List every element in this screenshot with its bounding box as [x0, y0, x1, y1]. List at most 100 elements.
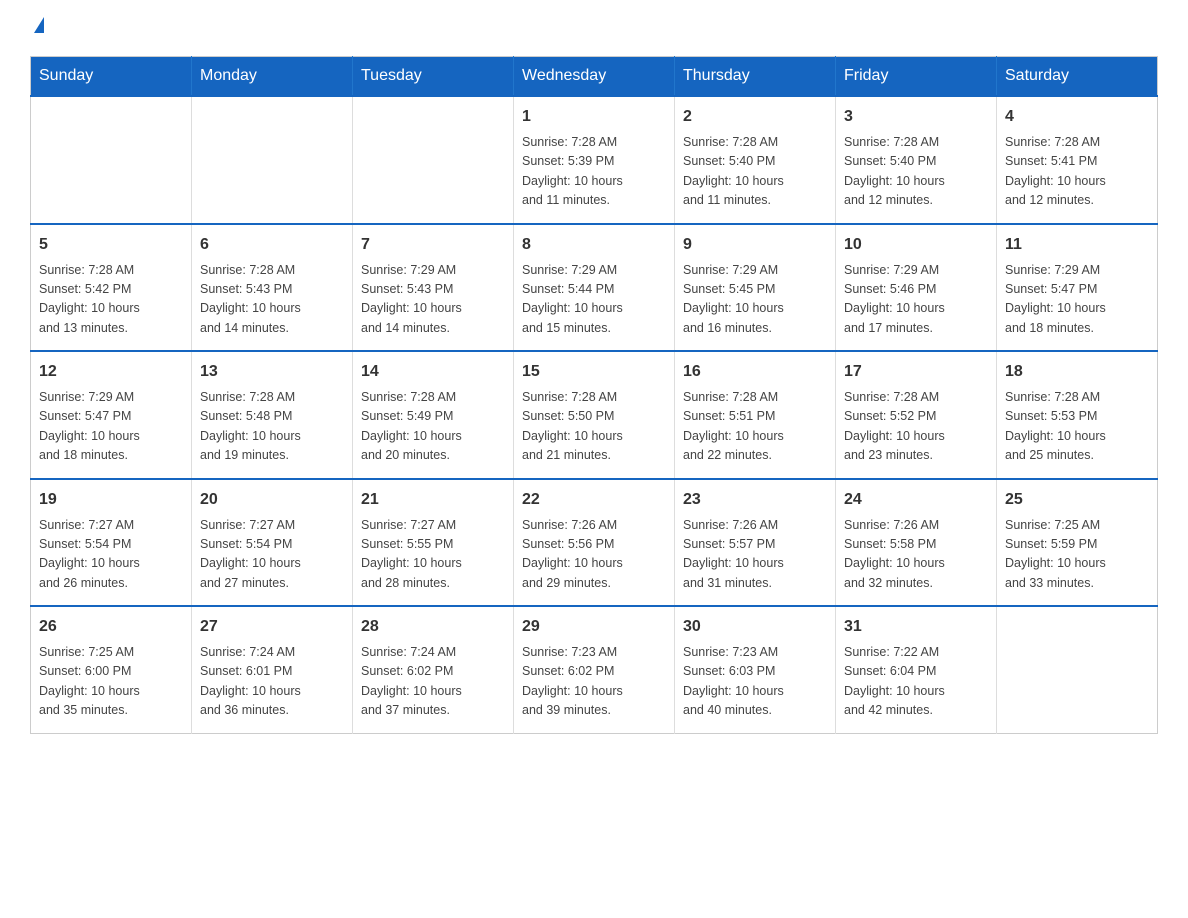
page-header — [30, 20, 1158, 36]
day-number: 16 — [683, 360, 827, 384]
day-info: Sunrise: 7:29 AM Sunset: 5:45 PM Dayligh… — [683, 261, 827, 339]
day-number: 23 — [683, 488, 827, 512]
calendar-cell: 8 Sunrise: 7:29 AM Sunset: 5:44 PM Daylig… — [514, 224, 675, 352]
day-of-week-header: Tuesday — [353, 57, 514, 97]
day-of-week-header: Saturday — [997, 57, 1158, 97]
day-info: Sunrise: 7:28 AM Sunset: 5:40 PM Dayligh… — [844, 133, 988, 211]
day-info: Sunrise: 7:23 AM Sunset: 6:02 PM Dayligh… — [522, 643, 666, 721]
calendar-cell: 22 Sunrise: 7:26 AM Sunset: 5:56 PM Dayli… — [514, 479, 675, 607]
day-of-week-header: Friday — [836, 57, 997, 97]
day-of-week-header: Wednesday — [514, 57, 675, 97]
day-number: 19 — [39, 488, 183, 512]
calendar-cell: 29 Sunrise: 7:23 AM Sunset: 6:02 PM Dayli… — [514, 606, 675, 733]
days-of-week-row: SundayMondayTuesdayWednesdayThursdayFrid… — [31, 57, 1158, 97]
day-number: 29 — [522, 615, 666, 639]
day-number: 13 — [200, 360, 344, 384]
calendar-cell: 6 Sunrise: 7:28 AM Sunset: 5:43 PM Daylig… — [192, 224, 353, 352]
day-number: 6 — [200, 233, 344, 257]
calendar-cell: 28 Sunrise: 7:24 AM Sunset: 6:02 PM Dayli… — [353, 606, 514, 733]
day-number: 18 — [1005, 360, 1149, 384]
calendar-cell: 17 Sunrise: 7:28 AM Sunset: 5:52 PM Dayli… — [836, 351, 997, 479]
calendar-header: SundayMondayTuesdayWednesdayThursdayFrid… — [31, 57, 1158, 97]
day-number: 26 — [39, 615, 183, 639]
calendar-week-row: 19 Sunrise: 7:27 AM Sunset: 5:54 PM Dayli… — [31, 479, 1158, 607]
calendar-cell: 16 Sunrise: 7:28 AM Sunset: 5:51 PM Dayli… — [675, 351, 836, 479]
day-info: Sunrise: 7:25 AM Sunset: 6:00 PM Dayligh… — [39, 643, 183, 721]
day-number: 3 — [844, 105, 988, 129]
day-info: Sunrise: 7:27 AM Sunset: 5:54 PM Dayligh… — [200, 516, 344, 594]
day-number: 7 — [361, 233, 505, 257]
day-info: Sunrise: 7:29 AM Sunset: 5:47 PM Dayligh… — [1005, 261, 1149, 339]
day-number: 21 — [361, 488, 505, 512]
day-info: Sunrise: 7:24 AM Sunset: 6:01 PM Dayligh… — [200, 643, 344, 721]
day-number: 12 — [39, 360, 183, 384]
calendar-cell: 19 Sunrise: 7:27 AM Sunset: 5:54 PM Dayli… — [31, 479, 192, 607]
day-info: Sunrise: 7:29 AM Sunset: 5:46 PM Dayligh… — [844, 261, 988, 339]
day-info: Sunrise: 7:28 AM Sunset: 5:40 PM Dayligh… — [683, 133, 827, 211]
day-info: Sunrise: 7:28 AM Sunset: 5:51 PM Dayligh… — [683, 388, 827, 466]
day-info: Sunrise: 7:22 AM Sunset: 6:04 PM Dayligh… — [844, 643, 988, 721]
day-number: 1 — [522, 105, 666, 129]
day-info: Sunrise: 7:28 AM Sunset: 5:50 PM Dayligh… — [522, 388, 666, 466]
calendar-cell: 3 Sunrise: 7:28 AM Sunset: 5:40 PM Daylig… — [836, 96, 997, 224]
day-info: Sunrise: 7:26 AM Sunset: 5:57 PM Dayligh… — [683, 516, 827, 594]
calendar-cell: 25Sunrise: 7:25 AM Sunset: 5:59 PM Dayli… — [997, 479, 1158, 607]
day-info: Sunrise: 7:28 AM Sunset: 5:52 PM Dayligh… — [844, 388, 988, 466]
calendar-cell: 27 Sunrise: 7:24 AM Sunset: 6:01 PM Dayli… — [192, 606, 353, 733]
calendar-cell — [31, 96, 192, 224]
day-number: 25 — [1005, 488, 1149, 512]
calendar-cell: 30Sunrise: 7:23 AM Sunset: 6:03 PM Dayli… — [675, 606, 836, 733]
day-number: 15 — [522, 360, 666, 384]
calendar-cell: 10 Sunrise: 7:29 AM Sunset: 5:46 PM Dayli… — [836, 224, 997, 352]
day-info: Sunrise: 7:28 AM Sunset: 5:48 PM Dayligh… — [200, 388, 344, 466]
day-info: Sunrise: 7:24 AM Sunset: 6:02 PM Dayligh… — [361, 643, 505, 721]
day-number: 31 — [844, 615, 988, 639]
calendar-body: 1Sunrise: 7:28 AM Sunset: 5:39 PM Daylig… — [31, 96, 1158, 733]
calendar-week-row: 5Sunrise: 7:28 AM Sunset: 5:42 PM Daylig… — [31, 224, 1158, 352]
calendar-cell: 12Sunrise: 7:29 AM Sunset: 5:47 PM Dayli… — [31, 351, 192, 479]
day-number: 10 — [844, 233, 988, 257]
day-number: 27 — [200, 615, 344, 639]
day-number: 8 — [522, 233, 666, 257]
day-number: 20 — [200, 488, 344, 512]
calendar-week-row: 1Sunrise: 7:28 AM Sunset: 5:39 PM Daylig… — [31, 96, 1158, 224]
day-number: 17 — [844, 360, 988, 384]
day-info: Sunrise: 7:28 AM Sunset: 5:43 PM Dayligh… — [200, 261, 344, 339]
day-number: 24 — [844, 488, 988, 512]
day-info: Sunrise: 7:28 AM Sunset: 5:41 PM Dayligh… — [1005, 133, 1149, 211]
day-number: 11 — [1005, 233, 1149, 257]
day-number: 22 — [522, 488, 666, 512]
calendar-cell: 2 Sunrise: 7:28 AM Sunset: 5:40 PM Daylig… — [675, 96, 836, 224]
day-info: Sunrise: 7:26 AM Sunset: 5:56 PM Dayligh… — [522, 516, 666, 594]
day-of-week-header: Thursday — [675, 57, 836, 97]
calendar-week-row: 12Sunrise: 7:29 AM Sunset: 5:47 PM Dayli… — [31, 351, 1158, 479]
day-number: 5 — [39, 233, 183, 257]
calendar-cell: 7 Sunrise: 7:29 AM Sunset: 5:43 PM Daylig… — [353, 224, 514, 352]
day-number: 2 — [683, 105, 827, 129]
day-info: Sunrise: 7:28 AM Sunset: 5:49 PM Dayligh… — [361, 388, 505, 466]
calendar-cell: 23 Sunrise: 7:26 AM Sunset: 5:57 PM Dayli… — [675, 479, 836, 607]
calendar-week-row: 26 Sunrise: 7:25 AM Sunset: 6:00 PM Dayli… — [31, 606, 1158, 733]
calendar-cell: 1Sunrise: 7:28 AM Sunset: 5:39 PM Daylig… — [514, 96, 675, 224]
calendar-cell: 9Sunrise: 7:29 AM Sunset: 5:45 PM Daylig… — [675, 224, 836, 352]
day-info: Sunrise: 7:29 AM Sunset: 5:43 PM Dayligh… — [361, 261, 505, 339]
day-number: 28 — [361, 615, 505, 639]
calendar-cell: 24Sunrise: 7:26 AM Sunset: 5:58 PM Dayli… — [836, 479, 997, 607]
calendar-cell — [353, 96, 514, 224]
calendar-cell — [192, 96, 353, 224]
calendar-table: SundayMondayTuesdayWednesdayThursdayFrid… — [30, 56, 1158, 734]
day-number: 30 — [683, 615, 827, 639]
logo-triangle-icon — [34, 17, 44, 33]
day-number: 4 — [1005, 105, 1149, 129]
calendar-cell: 18 Sunrise: 7:28 AM Sunset: 5:53 PM Dayli… — [997, 351, 1158, 479]
day-info: Sunrise: 7:27 AM Sunset: 5:54 PM Dayligh… — [39, 516, 183, 594]
calendar-cell: 15 Sunrise: 7:28 AM Sunset: 5:50 PM Dayli… — [514, 351, 675, 479]
day-info: Sunrise: 7:28 AM Sunset: 5:53 PM Dayligh… — [1005, 388, 1149, 466]
calendar-cell: 4 Sunrise: 7:28 AM Sunset: 5:41 PM Daylig… — [997, 96, 1158, 224]
day-number: 14 — [361, 360, 505, 384]
calendar-cell — [997, 606, 1158, 733]
day-of-week-header: Monday — [192, 57, 353, 97]
day-info: Sunrise: 7:29 AM Sunset: 5:44 PM Dayligh… — [522, 261, 666, 339]
calendar-cell: 20 Sunrise: 7:27 AM Sunset: 5:54 PM Dayli… — [192, 479, 353, 607]
day-info: Sunrise: 7:27 AM Sunset: 5:55 PM Dayligh… — [361, 516, 505, 594]
